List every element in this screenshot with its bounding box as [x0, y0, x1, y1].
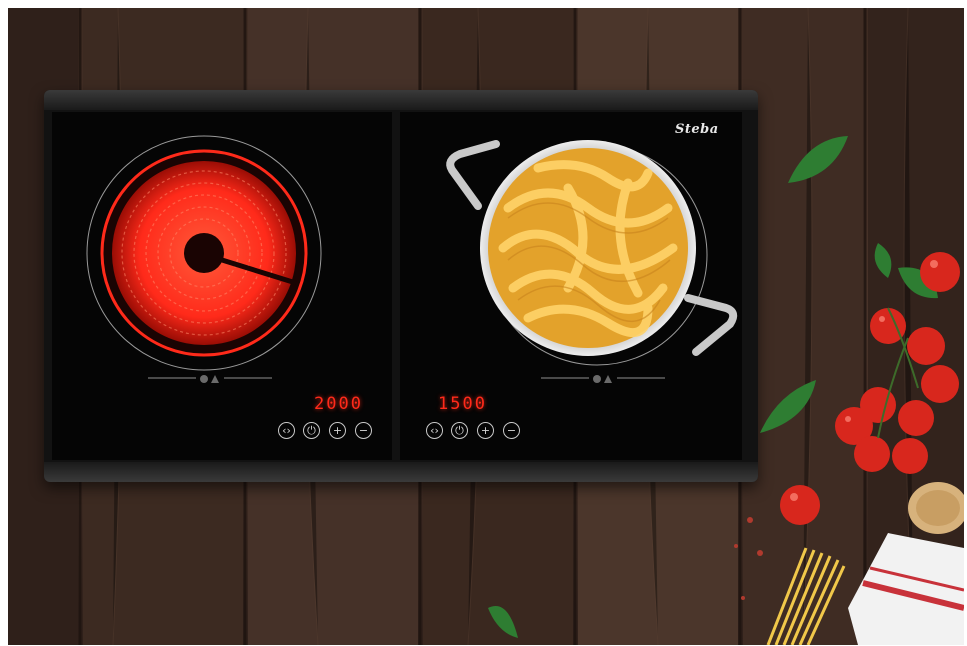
right-power-display: 1500 [438, 394, 487, 414]
scene-illustration [86, 135, 964, 645]
kitchen-towel [848, 533, 964, 645]
left-timer-arrows-icon[interactable]: ‹› [278, 422, 295, 439]
left-power-display: 2000 [314, 394, 363, 414]
hob-warning-symbols [148, 375, 665, 383]
right-plus-icon[interactable]: + [477, 422, 494, 439]
left-heating-zone [86, 135, 322, 371]
product-photo: Steba 2000 1500 ‹› ⏻ + − ‹› ⏻ + − [8, 8, 964, 645]
peppercorns [734, 517, 763, 600]
left-power-icon[interactable]: ⏻ [303, 422, 320, 439]
right-minus-icon[interactable]: − [503, 422, 520, 439]
right-power-icon[interactable]: ⏻ [451, 422, 468, 439]
wooden-spoon [908, 482, 964, 534]
left-minus-icon[interactable]: − [355, 422, 372, 439]
pot-with-pasta [446, 140, 738, 356]
right-timer-arrows-icon[interactable]: ‹› [426, 422, 443, 439]
left-plus-icon[interactable]: + [329, 422, 346, 439]
spaghetti-bundle [766, 547, 846, 645]
brand-logo: Steba [675, 122, 719, 137]
